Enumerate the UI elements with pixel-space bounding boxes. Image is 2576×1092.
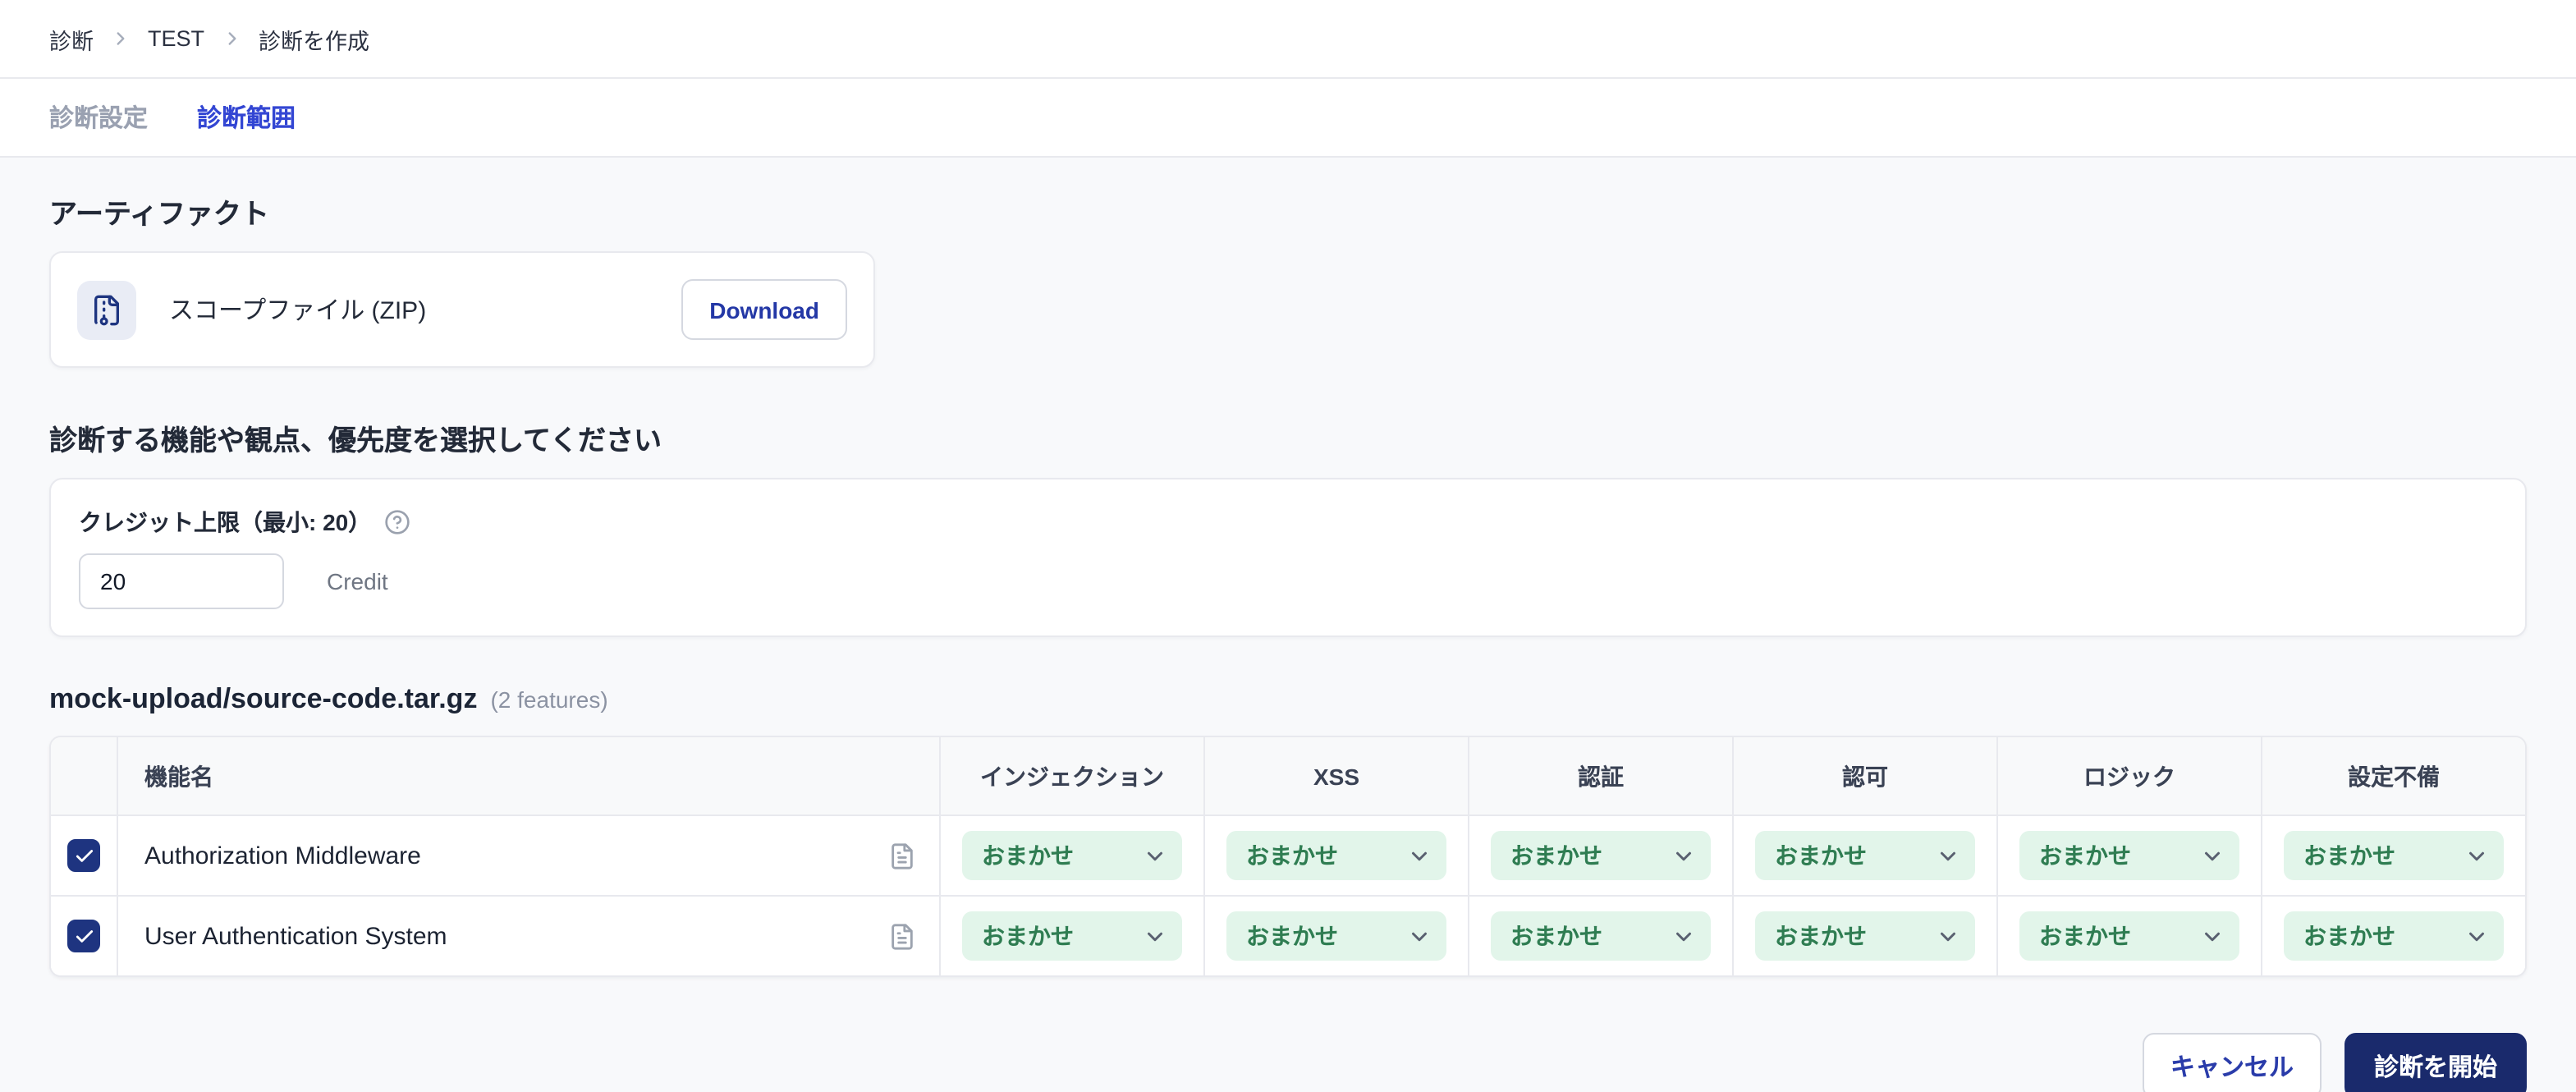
header-authorization: 認可 bbox=[1732, 737, 1996, 814]
dropdown-value: おまかせ bbox=[982, 923, 1074, 949]
feature-name: Authorization Middleware bbox=[144, 842, 421, 869]
chevron-down-icon bbox=[1671, 924, 1696, 948]
chevron-right-icon bbox=[110, 28, 131, 49]
category-dropdown-authorization[interactable]: おまかせ bbox=[1755, 911, 1975, 961]
dropdown-value: おまかせ bbox=[2039, 923, 2131, 949]
chevron-down-icon bbox=[2464, 843, 2489, 868]
dropdown-value: おまかせ bbox=[1246, 923, 1338, 949]
feature-count-label: (2 features) bbox=[490, 686, 608, 713]
chevron-right-icon bbox=[221, 28, 242, 49]
row-checkbox[interactable] bbox=[67, 920, 100, 952]
category-dropdown-authentication[interactable]: おまかせ bbox=[1491, 911, 1711, 961]
artifact-section-title: アーティファクト bbox=[49, 199, 269, 230]
header-authentication: 認証 bbox=[1468, 737, 1732, 814]
chevron-down-icon bbox=[1143, 843, 1167, 868]
chevron-down-icon bbox=[1936, 843, 1960, 868]
feature-table: 機能名 インジェクション XSS 認証 認可 ロジック 設定不備 Authori… bbox=[49, 736, 2527, 977]
header-select-cell bbox=[51, 737, 117, 814]
selection-heading: 診断する機能や観点、優先度を選択してください bbox=[49, 425, 662, 457]
chevron-down-icon bbox=[1407, 843, 1432, 868]
credit-unit-label: Credit bbox=[327, 568, 388, 594]
category-dropdown-authorization[interactable]: おまかせ bbox=[1755, 831, 1975, 880]
dropdown-value: おまかせ bbox=[2303, 842, 2395, 869]
category-dropdown-misconfiguration[interactable]: おまかせ bbox=[2284, 831, 2504, 880]
credit-limit-input[interactable] bbox=[79, 553, 284, 609]
table-header-row: 機能名 インジェクション XSS 認証 認可 ロジック 設定不備 bbox=[51, 737, 2525, 814]
file-text-icon[interactable] bbox=[888, 842, 916, 869]
download-button[interactable]: Download bbox=[681, 279, 847, 340]
dropdown-value: おまかせ bbox=[2039, 842, 2131, 869]
category-dropdown-authentication[interactable]: おまかせ bbox=[1491, 831, 1711, 880]
artifact-card: スコープファイル (ZIP) Download bbox=[49, 251, 875, 368]
tab-diagnosis-scope[interactable]: 診断範囲 bbox=[197, 100, 296, 135]
header-xss: XSS bbox=[1203, 737, 1468, 814]
tab-bar: 診断設定 診断範囲 bbox=[0, 79, 2576, 158]
footer-actions: キャンセル 診断を開始 bbox=[49, 1033, 2527, 1092]
feature-name: User Authentication System bbox=[144, 922, 447, 950]
breadcrumb-item-current: 診断を作成 bbox=[259, 29, 370, 53]
table-row: Authorization Middleware おまかせ おまかせ おまかせ … bbox=[51, 814, 2525, 895]
category-dropdown-logic[interactable]: おまかせ bbox=[2019, 911, 2239, 961]
header-feature-name: 機能名 bbox=[117, 737, 939, 814]
chevron-down-icon bbox=[1936, 924, 1960, 948]
chevron-down-icon bbox=[2464, 924, 2489, 948]
breadcrumb: 診断 TEST 診断を作成 bbox=[49, 22, 369, 55]
category-dropdown-xss[interactable]: おまかせ bbox=[1226, 831, 1446, 880]
category-dropdown-xss[interactable]: おまかせ bbox=[1226, 911, 1446, 961]
tab-diagnosis-settings[interactable]: 診断設定 bbox=[49, 100, 148, 135]
chevron-down-icon bbox=[1407, 924, 1432, 948]
chevron-down-icon bbox=[1143, 924, 1167, 948]
artifact-file-label: スコープファイル (ZIP) bbox=[169, 297, 427, 325]
dropdown-value: おまかせ bbox=[982, 842, 1074, 869]
page: 診断 TEST 診断を作成 診断設定 診断範囲 アーティファクト スコープファイ… bbox=[0, 0, 2576, 1092]
dropdown-value: おまかせ bbox=[1510, 842, 1602, 869]
check-icon bbox=[75, 849, 93, 861]
breadcrumb-bar: 診断 TEST 診断を作成 bbox=[0, 0, 2576, 79]
header-injection: インジェクション bbox=[939, 737, 1203, 814]
start-diagnosis-button[interactable]: 診断を開始 bbox=[2344, 1033, 2527, 1092]
row-checkbox[interactable] bbox=[67, 839, 100, 872]
check-icon bbox=[75, 929, 93, 942]
chevron-down-icon bbox=[2200, 924, 2225, 948]
file-archive-icon bbox=[77, 280, 136, 339]
category-dropdown-logic[interactable]: おまかせ bbox=[2019, 831, 2239, 880]
category-dropdown-misconfiguration[interactable]: おまかせ bbox=[2284, 911, 2504, 961]
breadcrumb-item-project[interactable]: TEST bbox=[148, 26, 204, 51]
dropdown-value: おまかせ bbox=[1510, 923, 1602, 949]
dropdown-value: おまかせ bbox=[1775, 923, 1867, 949]
credit-limit-label: クレジット上限（最小: 20） bbox=[79, 509, 372, 535]
source-file-title: mock-upload/source-code.tar.gz bbox=[49, 683, 478, 714]
help-circle-icon[interactable] bbox=[384, 509, 410, 535]
main-content: アーティファクト スコープファイル (ZIP) Download 診断する機能や… bbox=[0, 158, 2576, 1092]
chevron-down-icon bbox=[1671, 843, 1696, 868]
file-text-icon[interactable] bbox=[888, 922, 916, 950]
category-dropdown-injection[interactable]: おまかせ bbox=[962, 911, 1182, 961]
dropdown-value: おまかせ bbox=[1246, 842, 1338, 869]
category-dropdown-injection[interactable]: おまかせ bbox=[962, 831, 1182, 880]
chevron-down-icon bbox=[2200, 843, 2225, 868]
credit-limit-card: クレジット上限（最小: 20） Credit bbox=[49, 478, 2527, 637]
table-row: User Authentication System おまかせ おまかせ おまか… bbox=[51, 895, 2525, 975]
header-misconfiguration: 設定不備 bbox=[2261, 737, 2525, 814]
dropdown-value: おまかせ bbox=[1775, 842, 1867, 869]
header-logic: ロジック bbox=[1996, 737, 2261, 814]
dropdown-value: おまかせ bbox=[2303, 923, 2395, 949]
breadcrumb-item-diagnosis[interactable]: 診断 bbox=[49, 22, 94, 55]
cancel-button[interactable]: キャンセル bbox=[2142, 1033, 2322, 1092]
